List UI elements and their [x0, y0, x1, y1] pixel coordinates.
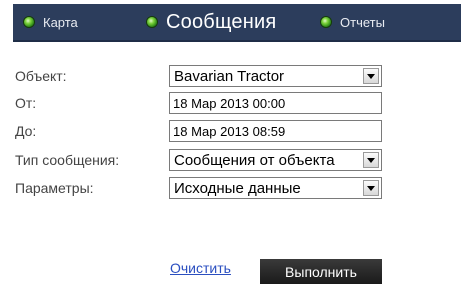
run-button[interactable]: Выполнить	[260, 259, 382, 284]
dropdown-arrow-icon[interactable]	[363, 180, 379, 196]
to-datetime-field[interactable]	[169, 120, 382, 142]
from-datetime-field[interactable]	[169, 92, 382, 114]
message-type-select[interactable]: Сообщения от объекта	[169, 149, 382, 171]
to-datetime-input[interactable]	[170, 123, 381, 139]
nav-tab-label: Карта	[43, 14, 78, 30]
object-select[interactable]: Bavarian Tractor	[169, 65, 382, 87]
dropdown-arrow-icon[interactable]	[363, 68, 379, 84]
green-dot-icon	[147, 17, 157, 27]
nav-tab-messages[interactable]: Сообщения	[147, 4, 276, 40]
nav-tab-reports[interactable]: Отчеты	[321, 4, 385, 40]
top-nav-bar: Карта Сообщения Отчеты	[13, 4, 461, 42]
nav-tab-label: Сообщения	[166, 10, 277, 33]
params-select[interactable]: Исходные данные	[169, 177, 382, 199]
dropdown-arrow-icon[interactable]	[363, 152, 379, 168]
params-select-value: Исходные данные	[174, 179, 301, 197]
object-label: Объект:	[15, 68, 67, 84]
nav-tab-label: Отчеты	[340, 14, 385, 30]
from-datetime-input[interactable]	[170, 95, 381, 111]
nav-tab-map[interactable]: Карта	[24, 4, 78, 40]
message-type-label: Тип сообщения:	[15, 152, 120, 168]
green-dot-icon	[24, 17, 34, 27]
from-label: От:	[15, 95, 37, 111]
object-select-value: Bavarian Tractor	[174, 67, 285, 85]
to-label: До:	[15, 123, 37, 139]
clear-link[interactable]: Очистить	[170, 260, 231, 276]
green-dot-icon	[321, 17, 331, 27]
message-type-select-value: Сообщения от объекта	[174, 151, 335, 169]
messages-panel: Карта Сообщения Отчеты Объект: Bavarian …	[13, 4, 461, 291]
params-label: Параметры:	[15, 180, 94, 196]
